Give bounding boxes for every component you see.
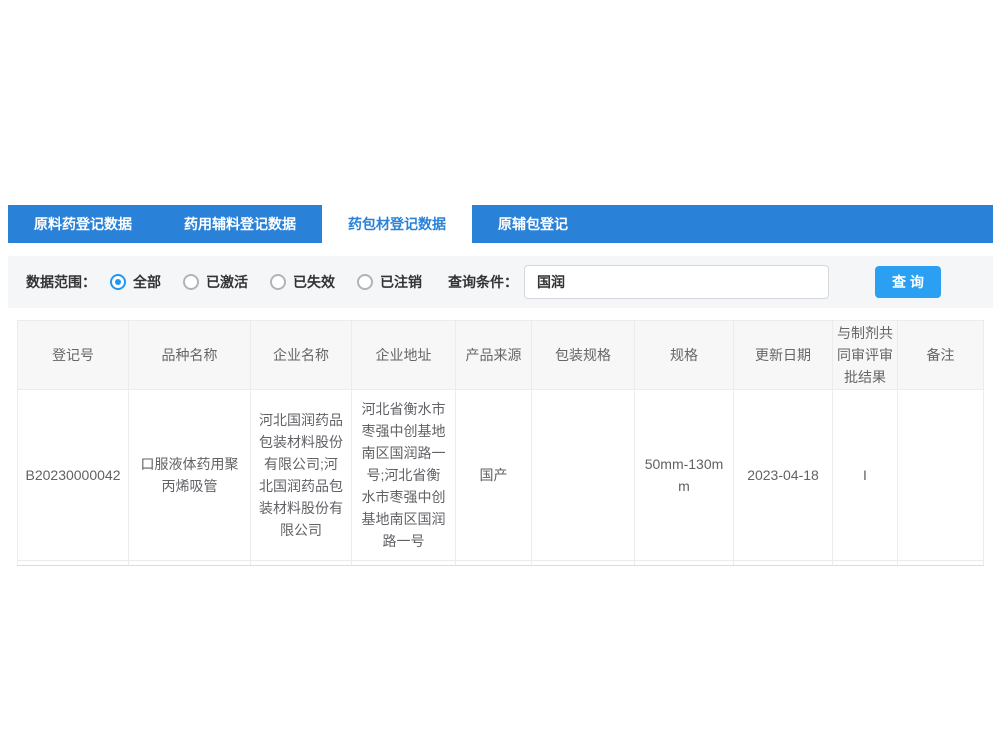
table-footer-cell	[833, 561, 898, 566]
table-footer-cell	[251, 561, 352, 566]
radio-icon[interactable]	[270, 274, 286, 290]
table-cell	[532, 390, 635, 561]
tab-item[interactable]: 药用辅料登记数据	[158, 205, 322, 243]
radio-icon[interactable]	[183, 274, 199, 290]
table-cell: 河北省衡水市枣强中创基地南区国润路一号;河北省衡水市枣强中创基地南区国润路一号	[352, 390, 456, 561]
radio-label: 已注销	[380, 272, 422, 292]
table-cell: 50mm-130mm	[635, 390, 734, 561]
table-header-cell: 登记号	[18, 321, 129, 390]
radio-option[interactable]: 全部	[110, 272, 161, 292]
scope-label: 数据范围：	[26, 272, 96, 292]
table-footer-cell	[456, 561, 532, 566]
table-header-cell: 备注	[898, 321, 984, 390]
radio-icon[interactable]	[110, 274, 126, 290]
radio-label: 全部	[133, 272, 161, 292]
query-input[interactable]	[524, 265, 829, 299]
table-cell: 河北国润药品包装材料股份有限公司;河北国润药品包装材料股份有限公司	[251, 390, 352, 561]
radio-icon[interactable]	[357, 274, 373, 290]
table-footer-cell	[898, 561, 984, 566]
table-cell: 2023-04-18	[734, 390, 833, 561]
table-header-cell: 规格	[635, 321, 734, 390]
table-row: B20230000042口服液体药用聚丙烯吸管河北国润药品包装材料股份有限公司;…	[18, 390, 984, 561]
table-footer-cell	[532, 561, 635, 566]
filter-bar: 数据范围： 全部 已激活 已失效 已注销 查询条件： 查 询	[8, 256, 993, 308]
table-header-row: 登记号品种名称企业名称企业地址产品来源包装规格规格更新日期与制剂共同审评审批结果…	[18, 321, 984, 390]
radio-label: 已失效	[293, 272, 335, 292]
table-cell	[898, 390, 984, 561]
table-cell: 口服液体药用聚丙烯吸管	[129, 390, 251, 561]
table-footer-cell	[18, 561, 129, 566]
table-footer-cell	[734, 561, 833, 566]
table-header-cell: 品种名称	[129, 321, 251, 390]
table-header-cell: 企业名称	[251, 321, 352, 390]
radio-option[interactable]: 已激活	[183, 272, 248, 292]
table-footer-cell	[129, 561, 251, 566]
table-cell: B20230000042	[18, 390, 129, 561]
registration-table: 登记号品种名称企业名称企业地址产品来源包装规格规格更新日期与制剂共同审评审批结果…	[17, 320, 984, 566]
tab-item[interactable]: 原料药登记数据	[8, 205, 158, 243]
tab-item[interactable]: 药包材登记数据	[322, 205, 472, 243]
table-header-cell: 与制剂共同审评审批结果	[833, 321, 898, 390]
tab-item[interactable]: 原辅包登记	[472, 205, 594, 243]
table-header-cell: 包装规格	[532, 321, 635, 390]
table-footer-row	[18, 561, 984, 566]
table-cell: 国产	[456, 390, 532, 561]
table-header-cell: 更新日期	[734, 321, 833, 390]
table-footer-cell	[635, 561, 734, 566]
page: 原料药登记数据药用辅料登记数据药包材登记数据原辅包登记 数据范围： 全部 已激活 已…	[0, 0, 1000, 750]
radio-group: 全部 已激活 已失效 已注销	[110, 272, 444, 292]
table-cell: I	[833, 390, 898, 561]
tab-bar: 原料药登记数据药用辅料登记数据药包材登记数据原辅包登记	[8, 205, 993, 243]
table-header-cell: 产品来源	[456, 321, 532, 390]
radio-label: 已激活	[206, 272, 248, 292]
table-footer-cell	[352, 561, 456, 566]
radio-option[interactable]: 已失效	[270, 272, 335, 292]
search-button[interactable]: 查 询	[875, 266, 941, 298]
query-label: 查询条件：	[448, 272, 518, 292]
table-header-cell: 企业地址	[352, 321, 456, 390]
radio-option[interactable]: 已注销	[357, 272, 422, 292]
